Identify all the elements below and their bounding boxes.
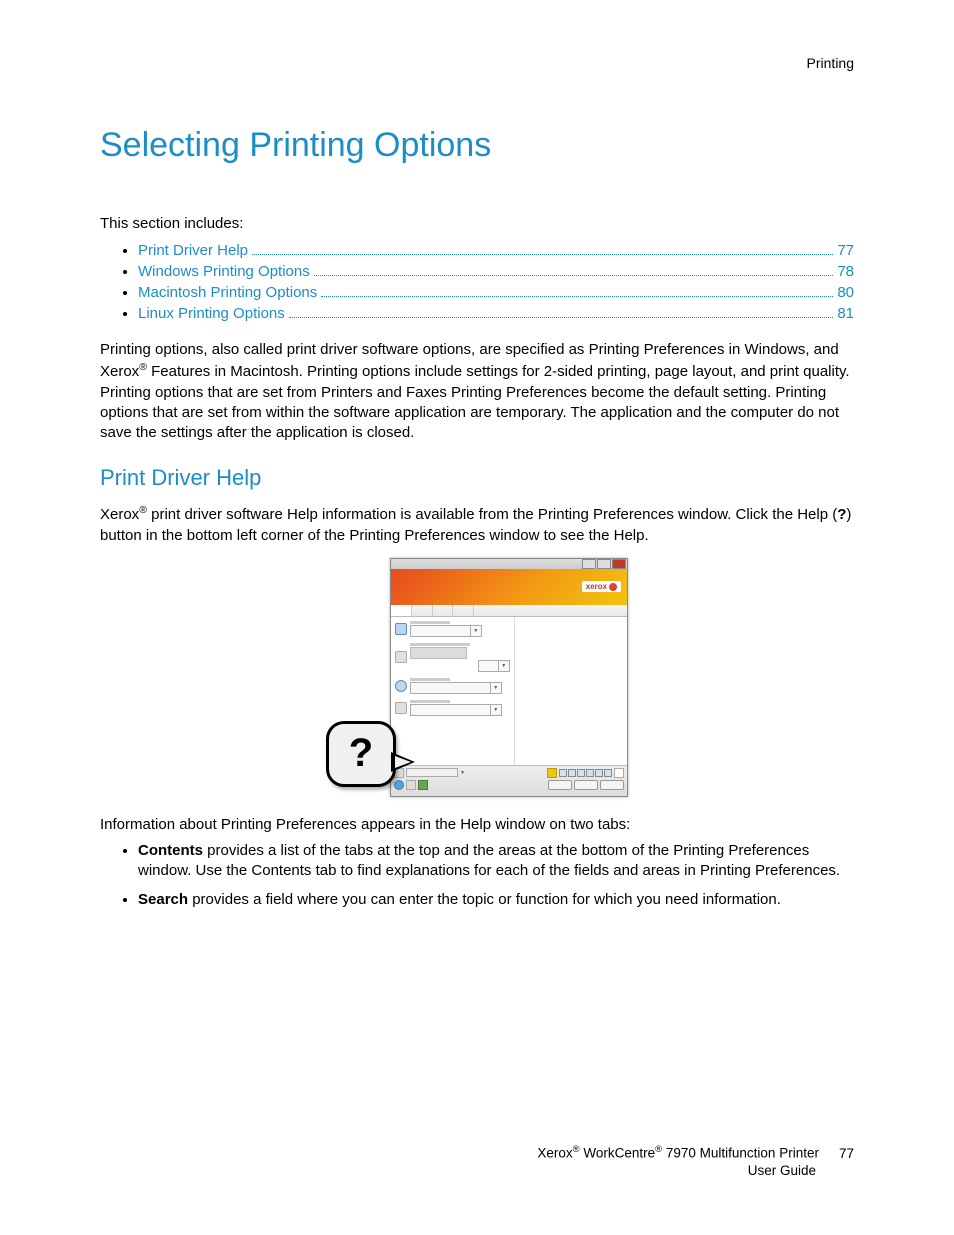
printing-preferences-dialog: xerox ▼ — [390, 558, 628, 797]
status-icon — [614, 768, 624, 778]
callout-pointer-icon — [391, 752, 415, 772]
toc-list: Print Driver Help 77 Windows Printing Op… — [100, 242, 854, 322]
placeholder-label — [410, 678, 450, 681]
dialog-statusbar: ▼ — [391, 765, 627, 796]
help-icon — [394, 780, 404, 790]
toc-link[interactable]: Linux Printing Options — [138, 305, 285, 322]
question-mark-icon: ? — [349, 731, 373, 776]
dialog-left-panel: ▼ ▼ ▼ — [391, 617, 515, 765]
option-icon — [395, 651, 407, 663]
option-icon — [395, 680, 407, 692]
dropdown-icon: ▼ — [410, 704, 502, 716]
toc-link[interactable]: Print Driver Help — [138, 242, 248, 259]
minimize-icon — [582, 559, 596, 569]
dropdown-icon: ▼ — [478, 660, 510, 672]
dialog-panel: ▼ ▼ ▼ — [391, 617, 627, 765]
toc-item: Print Driver Help 77 — [138, 242, 854, 259]
section-heading: Print Driver Help — [100, 465, 854, 491]
toc-leader — [289, 317, 834, 318]
dialog-button — [574, 780, 598, 790]
dialog-tab — [391, 605, 412, 616]
list-item: Contents provides a list of the tabs at … — [138, 841, 854, 882]
thumbnail-strip — [559, 769, 612, 777]
toc-leader — [321, 296, 833, 297]
toc-page-number[interactable]: 78 — [837, 263, 854, 280]
warning-icon — [547, 768, 557, 778]
dialog-button — [600, 780, 624, 790]
eco-icon — [418, 780, 428, 790]
footer-product: Xerox® WorkCentre® 7970 Multifunction Pr… — [537, 1144, 819, 1162]
dialog-button — [548, 780, 572, 790]
status-icon — [406, 780, 416, 790]
placeholder-label — [410, 621, 450, 624]
dialog-tab — [433, 605, 454, 616]
footer-subtitle: User Guide — [474, 1162, 854, 1180]
page-footer: Xerox® WorkCentre® 7970 Multifunction Pr… — [474, 1144, 854, 1180]
dialog-right-panel — [515, 617, 627, 765]
toc-leader — [252, 254, 833, 255]
placeholder-field — [410, 647, 467, 659]
dialog-tabs — [391, 605, 627, 617]
dropdown-icon: ▼ — [410, 625, 482, 637]
toc-item: Linux Printing Options 81 — [138, 305, 854, 322]
dialog-tab — [453, 605, 474, 616]
help-callout-icon: ? — [326, 721, 396, 787]
placeholder-label — [410, 643, 470, 646]
running-head: Printing — [100, 55, 854, 71]
option-icon — [395, 702, 407, 714]
dialog-banner: xerox — [391, 569, 627, 605]
section-intro: This section includes: — [100, 215, 854, 232]
window-titlebar — [391, 559, 627, 569]
bullet-list: Contents provides a list of the tabs at … — [100, 841, 854, 910]
list-item: Search provides a field where you can en… — [138, 890, 854, 910]
toc-page-number[interactable]: 77 — [837, 242, 854, 259]
close-icon — [612, 559, 626, 569]
option-icon — [395, 623, 407, 635]
toc-link[interactable]: Macintosh Printing Options — [138, 284, 317, 301]
body-paragraph: Xerox® print driver software Help inform… — [100, 503, 854, 546]
placeholder-label — [410, 700, 450, 703]
toc-leader — [314, 275, 834, 276]
page-title: Selecting Printing Options — [100, 126, 854, 165]
toc-page-number[interactable]: 80 — [837, 284, 854, 301]
body-paragraph: Printing options, also called print driv… — [100, 340, 854, 443]
body-paragraph: Information about Printing Preferences a… — [100, 815, 854, 835]
toc-item: Macintosh Printing Options 80 — [138, 284, 854, 301]
dropdown-icon: ▼ — [410, 682, 502, 694]
chevron-down-icon: ▼ — [460, 770, 465, 776]
toc-page-number[interactable]: 81 — [837, 305, 854, 322]
xerox-logo: xerox — [582, 581, 621, 592]
dialog-tab — [412, 605, 433, 616]
toc-link[interactable]: Windows Printing Options — [138, 263, 310, 280]
xerox-ball-icon — [609, 583, 617, 591]
figure: ? xerox — [100, 558, 854, 797]
document-page: Printing Selecting Printing Options This… — [0, 0, 954, 1235]
maximize-icon — [597, 559, 611, 569]
footer-page-number: 77 — [839, 1145, 854, 1163]
toc-item: Windows Printing Options 78 — [138, 263, 854, 280]
